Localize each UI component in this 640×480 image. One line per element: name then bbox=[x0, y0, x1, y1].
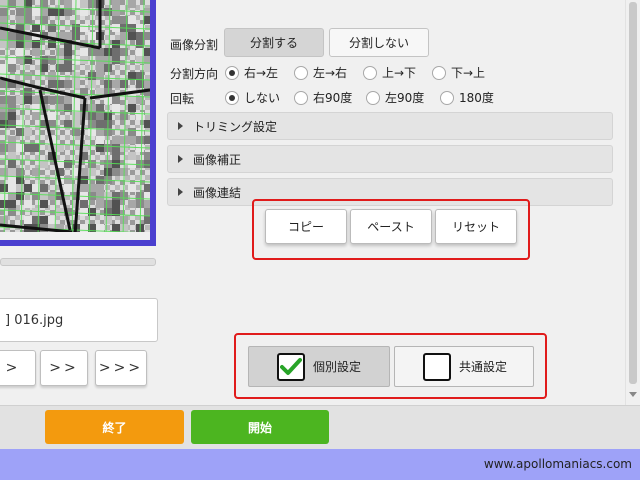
filename-display: ] 016.jpg bbox=[0, 298, 158, 342]
split-frame-right bbox=[150, 0, 156, 246]
direction-radio-rtl[interactable]: 右→左 bbox=[225, 64, 278, 81]
filename-text: ] 016.jpg bbox=[5, 312, 64, 328]
radio-unchecked-icon bbox=[432, 65, 446, 80]
reset-button[interactable]: リセット bbox=[435, 209, 517, 244]
image-correction-section[interactable]: 画像補正 bbox=[167, 145, 613, 173]
rotation-left90-label: 左90度 bbox=[385, 91, 425, 105]
copy-label: コピー bbox=[287, 220, 324, 234]
direction-ltr-label: 左→右 bbox=[313, 66, 348, 80]
image-joining-label: 画像連結 bbox=[193, 185, 242, 200]
copy-button[interactable]: コピー bbox=[265, 209, 347, 244]
radio-unchecked-icon bbox=[294, 65, 308, 80]
image-correction-label: 画像補正 bbox=[193, 152, 242, 167]
split-frame-bottom bbox=[0, 240, 156, 246]
next-page-button[interactable]: > bbox=[0, 350, 36, 386]
scroll-down-arrow-icon[interactable] bbox=[629, 392, 637, 397]
split-on-label: 分割する bbox=[249, 36, 298, 50]
direction-rtl-label: 右→左 bbox=[244, 66, 279, 80]
image-preview bbox=[0, 0, 160, 252]
direction-radio-ltr[interactable]: 左→右 bbox=[294, 64, 347, 81]
trimming-settings-label: トリミング設定 bbox=[193, 119, 278, 134]
radio-unchecked-icon bbox=[366, 90, 380, 105]
rotation-radio-right90[interactable]: 右90度 bbox=[294, 89, 352, 106]
skip-forward-label: >> bbox=[49, 360, 79, 376]
split-label: 画像分割 bbox=[170, 38, 219, 52]
split-off-label: 分割しない bbox=[348, 36, 409, 50]
checkbox-checked-icon bbox=[277, 352, 305, 381]
skip-forward-button[interactable]: >> bbox=[40, 350, 88, 386]
radio-unchecked-icon bbox=[294, 90, 308, 105]
radio-unchecked-icon bbox=[440, 90, 454, 105]
direction-radio-ttb[interactable]: 上→下 bbox=[363, 64, 416, 81]
last-page-label: >>> bbox=[98, 360, 144, 376]
direction-label: 分割方向 bbox=[170, 67, 219, 81]
split-on-button[interactable]: 分割する bbox=[224, 28, 324, 57]
direction-ttb-label: 上→下 bbox=[382, 66, 417, 80]
rotation-none-label: しない bbox=[244, 91, 281, 105]
split-off-button[interactable]: 分割しない bbox=[329, 28, 429, 57]
expand-triangle-icon bbox=[178, 188, 183, 196]
individual-settings-button[interactable]: 個別設定 bbox=[248, 346, 390, 387]
radio-checked-icon bbox=[225, 90, 239, 105]
common-settings-button[interactable]: 共通設定 bbox=[394, 346, 534, 387]
rotation-label: 回転 bbox=[170, 92, 195, 106]
preview-image bbox=[0, 0, 160, 252]
common-settings-label: 共通設定 bbox=[459, 360, 508, 374]
expand-triangle-icon bbox=[178, 155, 183, 163]
site-url: www.apollomaniacs.com bbox=[483, 457, 632, 471]
next-page-label: > bbox=[5, 360, 21, 376]
checkbox-unchecked-icon bbox=[423, 352, 451, 381]
rotation-radio-left90[interactable]: 左90度 bbox=[366, 89, 424, 106]
scrollbar-thumb[interactable] bbox=[629, 2, 637, 384]
individual-settings-label: 個別設定 bbox=[313, 360, 362, 374]
site-banner: www.apollomaniacs.com bbox=[0, 449, 640, 480]
exit-button[interactable]: 終了 bbox=[45, 410, 184, 444]
last-page-button[interactable]: >>> bbox=[95, 350, 147, 386]
settings-vertical-scrollbar[interactable] bbox=[625, 0, 640, 405]
start-label: 開始 bbox=[247, 420, 272, 435]
rotation-right90-label: 右90度 bbox=[313, 91, 353, 105]
radio-checked-icon bbox=[225, 65, 239, 80]
exit-label: 終了 bbox=[102, 420, 127, 435]
preview-horizontal-scrollbar[interactable] bbox=[0, 258, 156, 266]
rotation-180-label: 180度 bbox=[459, 91, 494, 105]
rotation-radio-180[interactable]: 180度 bbox=[440, 89, 494, 106]
start-button[interactable]: 開始 bbox=[191, 410, 329, 444]
expand-triangle-icon bbox=[178, 122, 183, 130]
rotation-radio-none[interactable]: しない bbox=[225, 89, 280, 106]
reset-label: リセット bbox=[451, 220, 500, 234]
direction-radio-btt[interactable]: 下→上 bbox=[432, 64, 485, 81]
trimming-settings-section[interactable]: トリミング設定 bbox=[167, 112, 613, 140]
paste-label: ペースト bbox=[367, 220, 415, 234]
direction-btt-label: 下→上 bbox=[451, 66, 486, 80]
paste-button[interactable]: ペースト bbox=[350, 209, 432, 244]
radio-unchecked-icon bbox=[363, 65, 377, 80]
